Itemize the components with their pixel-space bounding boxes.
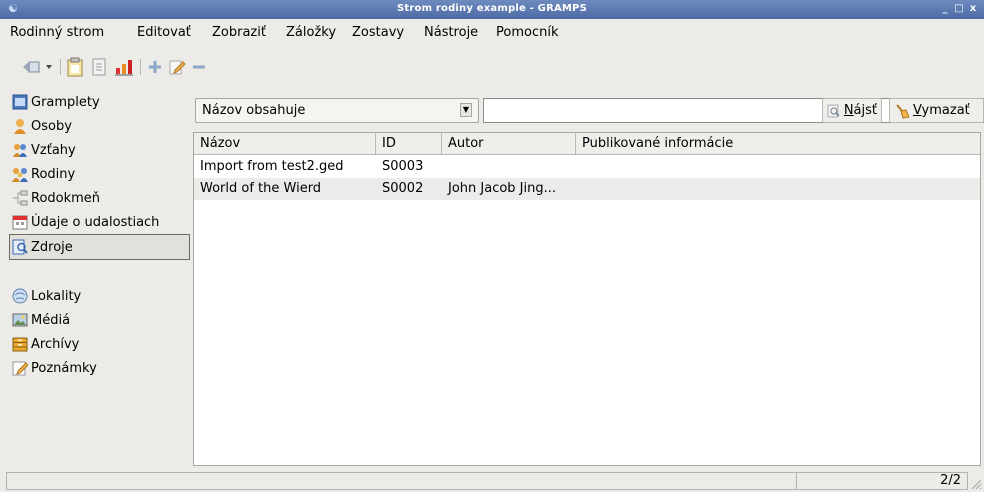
sidebar-item-pedigree[interactable]: Rodokmeň (10, 186, 188, 210)
column-header-name[interactable]: Názov (194, 133, 376, 155)
tree-chart-icon[interactable] (112, 57, 136, 77)
column-header-author[interactable]: Autor (442, 133, 576, 155)
sidebar-item-label: Rodiny (31, 166, 76, 182)
menu-view[interactable]: Zobraziť (212, 25, 266, 40)
menu-reports[interactable]: Zostavy (352, 25, 404, 40)
sidebar-item-label: Rodokmeň (31, 190, 101, 206)
navigation-sidebar: Gramplety Osoby Vzťahy Rodiny Rodokmeň Ú… (8, 90, 190, 466)
relationships-icon (13, 144, 27, 157)
sidebar-item-label: Lokality (31, 288, 82, 304)
find-icon (827, 104, 840, 117)
column-header-id[interactable]: ID (376, 133, 442, 155)
remove-icon[interactable] (190, 57, 208, 77)
back-icon[interactable] (20, 57, 42, 77)
menu-bookmarks[interactable]: Záložky (286, 25, 336, 40)
record-count: 2/2 (796, 472, 968, 490)
sidebar-item-media[interactable]: Médiá (10, 308, 188, 332)
status-bar: 2/2 (0, 470, 984, 492)
table-row[interactable]: Import from test2.ged S0003 (194, 156, 980, 178)
clipboard-icon[interactable] (64, 57, 86, 77)
sources-icon (12, 239, 28, 255)
toolbar (0, 45, 984, 90)
family-icon (12, 168, 28, 182)
window-title: Strom rodiny example - GRAMPS (396, 3, 587, 14)
sidebar-item-persons[interactable]: Osoby (10, 114, 188, 138)
column-header-publication-info[interactable]: Publikované informácie (576, 133, 980, 155)
filter-combo-value: Názov obsahuje (202, 103, 306, 118)
clear-button[interactable]: Vymazať (889, 98, 984, 123)
cell-id: S0003 (382, 159, 424, 174)
resize-grip-icon[interactable] (970, 476, 982, 490)
filter-bar: Názov obsahuje ▼ Nájsť Vymazať (193, 96, 984, 126)
edit-icon[interactable] (166, 57, 188, 77)
toolbar-separator (140, 59, 141, 75)
table-header: Názov ID Autor Publikované informácie (194, 133, 980, 155)
sidebar-item-label: Gramplety (31, 94, 100, 110)
sidebar-item-notes[interactable]: Poznámky (10, 356, 188, 380)
sources-table: Názov ID Autor Publikované informácie Im… (193, 132, 981, 466)
sidebar-item-label: Vzťahy (31, 142, 76, 158)
menu-edit[interactable]: Editovať (137, 25, 191, 40)
title-bar[interactable]: ☯ Strom rodiny example - GRAMPS _ □ x (0, 0, 984, 19)
pedigree-icon (13, 190, 28, 206)
clear-rest: ymazať (921, 103, 970, 118)
clear-mnemonic: V (913, 103, 922, 118)
filter-combo[interactable]: Názov obsahuje ▼ (195, 98, 479, 123)
cell-author: John Jacob Jing... (448, 181, 557, 196)
status-message (6, 472, 796, 490)
media-icon (12, 313, 28, 327)
add-icon[interactable] (146, 57, 164, 77)
menu-family-tree[interactable]: Rodinný strom (10, 25, 104, 40)
find-mnemonic: N (843, 103, 854, 118)
repositories-icon (12, 337, 28, 352)
find-rest: ájsť (853, 103, 877, 118)
places-icon (12, 288, 28, 304)
sidebar-item-label: Osoby (31, 118, 72, 134)
sources-view: Názov obsahuje ▼ Nájsť Vymazať Názov ID … (193, 96, 984, 466)
sidebar-item-repositories[interactable]: Archívy (10, 332, 188, 356)
events-icon (12, 215, 28, 230)
sidebar-item-relationships[interactable]: Vzťahy (10, 138, 188, 162)
back-dropdown-icon[interactable] (43, 57, 55, 77)
person-icon (14, 119, 26, 134)
sidebar-item-label: Archívy (31, 336, 80, 352)
sidebar-item-gramplets[interactable]: Gramplety (10, 90, 188, 114)
menu-bar: Rodinný strom Editovať Zobraziť Záložky … (0, 19, 984, 45)
properties-icon[interactable] (88, 57, 110, 77)
sidebar-item-sources[interactable]: Zdroje (9, 234, 190, 260)
sidebar-item-events[interactable]: Údaje o udalostiach (10, 210, 188, 234)
chevron-down-icon[interactable]: ▼ (460, 103, 472, 117)
find-button[interactable]: Nájsť (822, 98, 882, 123)
notes-icon (12, 361, 28, 376)
maximize-button[interactable]: □ (952, 2, 966, 16)
sidebar-item-label: Zdroje (31, 239, 73, 255)
broom-icon (896, 103, 910, 119)
cell-name: World of the Wierd (200, 181, 322, 196)
sidebar-item-places[interactable]: Lokality (10, 284, 188, 308)
cell-name: Import from test2.ged (200, 159, 344, 174)
menu-tools[interactable]: Nástroje (424, 25, 478, 40)
table-row[interactable]: World of the Wierd S0002 John Jacob Jing… (194, 178, 980, 200)
minimize-button[interactable]: _ (938, 2, 952, 16)
clear-button-label: Vymazať (913, 103, 970, 118)
sidebar-item-label: Médiá (31, 312, 71, 328)
sidebar-item-label: Poznámky (31, 360, 97, 376)
toolbar-separator (60, 59, 61, 75)
cell-id: S0002 (382, 181, 424, 196)
close-button[interactable]: x (966, 2, 980, 16)
sidebar-item-families[interactable]: Rodiny (10, 162, 188, 186)
sidebar-item-label: Údaje o udalostiach (31, 214, 160, 230)
app-window: ☯ Strom rodiny example - GRAMPS _ □ x Ro… (0, 0, 984, 492)
menu-help[interactable]: Pomocník (496, 25, 558, 40)
find-button-label: Nájsť (844, 103, 877, 118)
gramplets-icon (12, 94, 28, 110)
